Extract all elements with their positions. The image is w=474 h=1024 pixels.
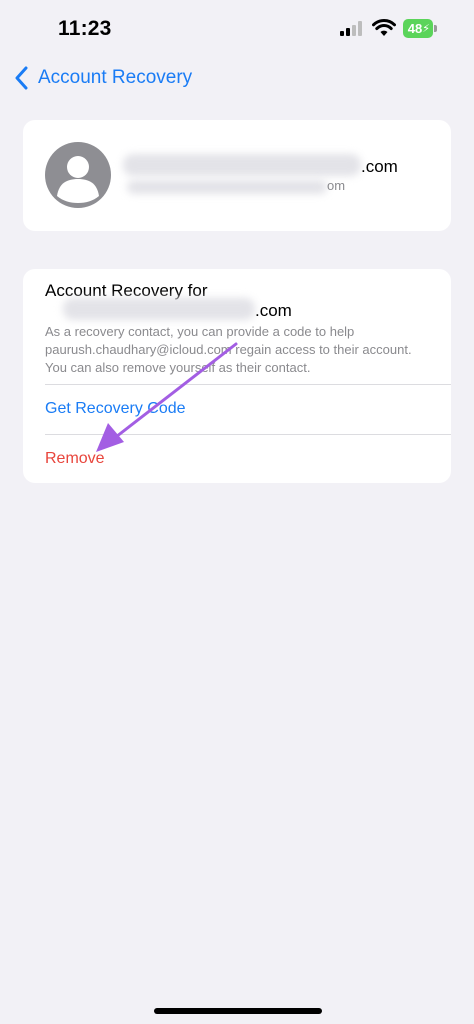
battery-indicator: 48 ⚡ — [403, 19, 433, 38]
recovery-title: Account Recovery for .com — [45, 280, 292, 320]
divider — [45, 384, 451, 385]
cellular-signal-icon — [340, 21, 362, 36]
remove-button[interactable]: Remove — [45, 450, 105, 468]
battery-tip — [434, 25, 437, 32]
redacted-email-sub-blur — [127, 180, 327, 194]
get-recovery-code-button[interactable]: Get Recovery Code — [45, 400, 186, 418]
person-silhouette-icon — [57, 156, 99, 203]
battery-level: 48 — [407, 21, 423, 36]
account-email: .com — [361, 157, 398, 176]
navigation-bar: Account Recovery — [0, 58, 474, 98]
recovery-description: As a recovery contact, you can provide a… — [45, 324, 412, 375]
home-indicator[interactable] — [154, 1008, 322, 1014]
redacted-email-blur — [123, 154, 361, 176]
chevron-left-icon — [15, 66, 28, 90]
account-email-secondary: om — [327, 178, 346, 193]
account-recovery-card: Account Recovery for .com As a recovery … — [23, 269, 451, 483]
status-time: 11:23 — [58, 17, 112, 40]
divider — [45, 434, 451, 435]
charging-bolt-icon: ⚡ — [422, 23, 430, 35]
wifi-icon — [372, 19, 396, 36]
redacted-contact-blur — [63, 298, 255, 320]
account-profile-card: .com om — [23, 120, 451, 231]
back-button-label: Account Recovery — [38, 67, 193, 88]
recovery-title-email: .com — [255, 301, 292, 320]
status-bar: 11:23 48 ⚡ — [0, 0, 474, 58]
avatar — [45, 142, 111, 208]
